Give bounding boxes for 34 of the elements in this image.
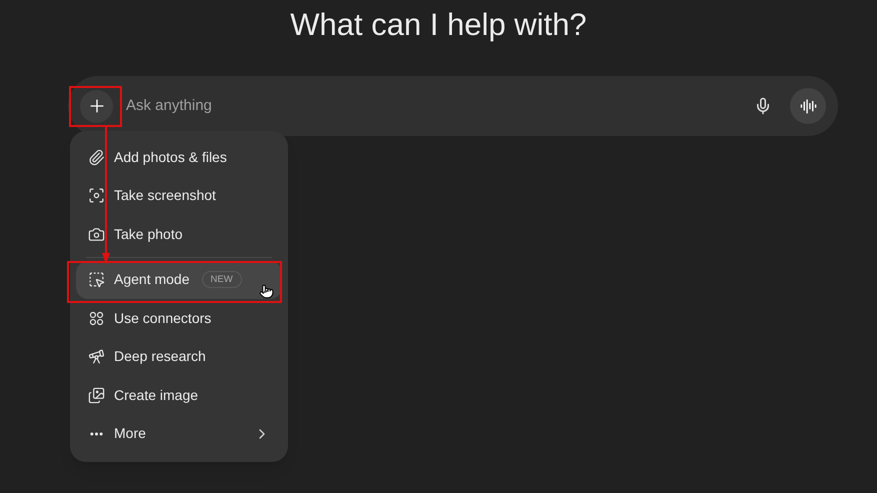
menu-item-label: Create image xyxy=(114,386,198,405)
microphone-icon xyxy=(754,97,772,115)
menu-item[interactable]: Take screenshot xyxy=(76,176,282,215)
sound-wave-icon xyxy=(800,98,816,114)
menu-item-label: Agent mode xyxy=(114,270,190,290)
menu-item-label: Take photo xyxy=(114,224,182,244)
highlight-frame xyxy=(69,86,122,127)
voice-mode-button[interactable] xyxy=(790,88,826,124)
add-button[interactable] xyxy=(80,90,113,122)
prompt-input[interactable]: Ask anything xyxy=(126,94,748,118)
menu-item-label: Deep research xyxy=(114,347,206,366)
new-badge: NEW xyxy=(202,271,242,288)
circles-icon xyxy=(88,310,105,327)
menu-item-label: Take screenshot xyxy=(114,186,216,206)
paperclip-icon xyxy=(88,148,105,166)
camera-icon xyxy=(88,226,105,243)
telescope-icon xyxy=(88,348,105,366)
image-icon xyxy=(88,386,105,404)
page-heading: What can I help with? xyxy=(290,6,587,44)
hand-cursor-icon xyxy=(259,282,274,300)
menu-item-label: Use connectors xyxy=(114,308,212,328)
menu-item[interactable]: Agent mode NEW xyxy=(76,260,282,299)
menu-item-label: Add photos & files xyxy=(114,148,227,167)
ellipsis-icon xyxy=(90,432,103,436)
menu-item[interactable]: Take photo xyxy=(76,215,282,254)
menu-item[interactable]: Deep research xyxy=(76,338,282,376)
menu-item[interactable]: Use connectors xyxy=(76,299,282,338)
menu-item[interactable]: More xyxy=(76,414,282,453)
menu-item-label: More xyxy=(114,424,146,444)
prompt-field[interactable]: Ask anything xyxy=(68,76,838,136)
screenshot-icon xyxy=(88,187,105,204)
menu-item[interactable]: Create image xyxy=(76,376,282,414)
pointer-square-icon xyxy=(88,271,105,288)
menu-item[interactable]: Add photos & files xyxy=(76,138,282,176)
